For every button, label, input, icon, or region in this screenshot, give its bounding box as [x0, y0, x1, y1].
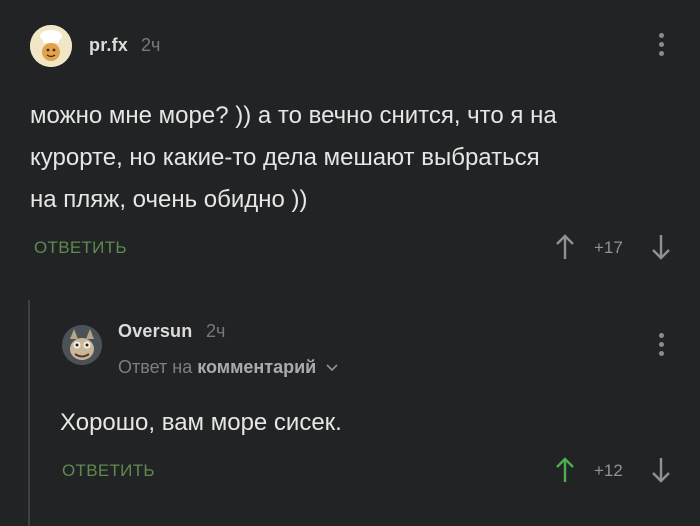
kebab-menu-icon[interactable]	[657, 333, 665, 360]
arrow-up-icon	[556, 234, 574, 259]
rating-value: +17	[594, 238, 623, 257]
rating-value: +12	[594, 461, 623, 480]
upvote-button[interactable]	[555, 233, 575, 266]
chef-avatar-icon	[30, 25, 72, 67]
comment-text-line: на пляж, очень обидно ))	[30, 186, 308, 213]
comment-text: можно мне море? )) а то вечно снится, чт…	[30, 95, 680, 221]
arrow-down-icon	[652, 235, 670, 260]
reply-to-prefix: Ответ на	[118, 357, 193, 377]
reply-to-target[interactable]: комментарий	[197, 357, 316, 377]
chevron-down-icon	[326, 364, 338, 372]
comment-text-line: курорте, но какие-то дела мешают выбрать…	[30, 144, 540, 171]
comment-text: Хорошо, вам море сисек.	[60, 409, 342, 436]
comment-text-line: можно мне море? )) а то вечно снится, чт…	[30, 102, 557, 129]
thread-line[interactable]	[28, 300, 30, 526]
downvote-button[interactable]	[651, 456, 671, 489]
comment-author[interactable]: pr.fx	[89, 35, 128, 56]
kebab-menu-icon[interactable]	[657, 33, 665, 60]
downvote-button[interactable]	[651, 233, 671, 266]
arrow-down-icon	[652, 458, 670, 483]
avatar[interactable]	[30, 25, 72, 67]
upvote-button[interactable]	[555, 456, 575, 489]
reply-button[interactable]: ОТВЕТИТЬ	[62, 461, 155, 481]
avatar[interactable]	[62, 325, 102, 365]
comment-time: 2ч	[141, 35, 161, 55]
reply-to-link[interactable]: Ответ на комментарий	[118, 357, 339, 378]
reply-button[interactable]: ОТВЕТИТЬ	[34, 238, 127, 258]
comment-time: 2ч	[206, 321, 226, 341]
arrow-up-icon	[556, 457, 574, 482]
comment-author[interactable]: Oversun	[118, 321, 192, 342]
creature-avatar-icon	[62, 325, 102, 365]
